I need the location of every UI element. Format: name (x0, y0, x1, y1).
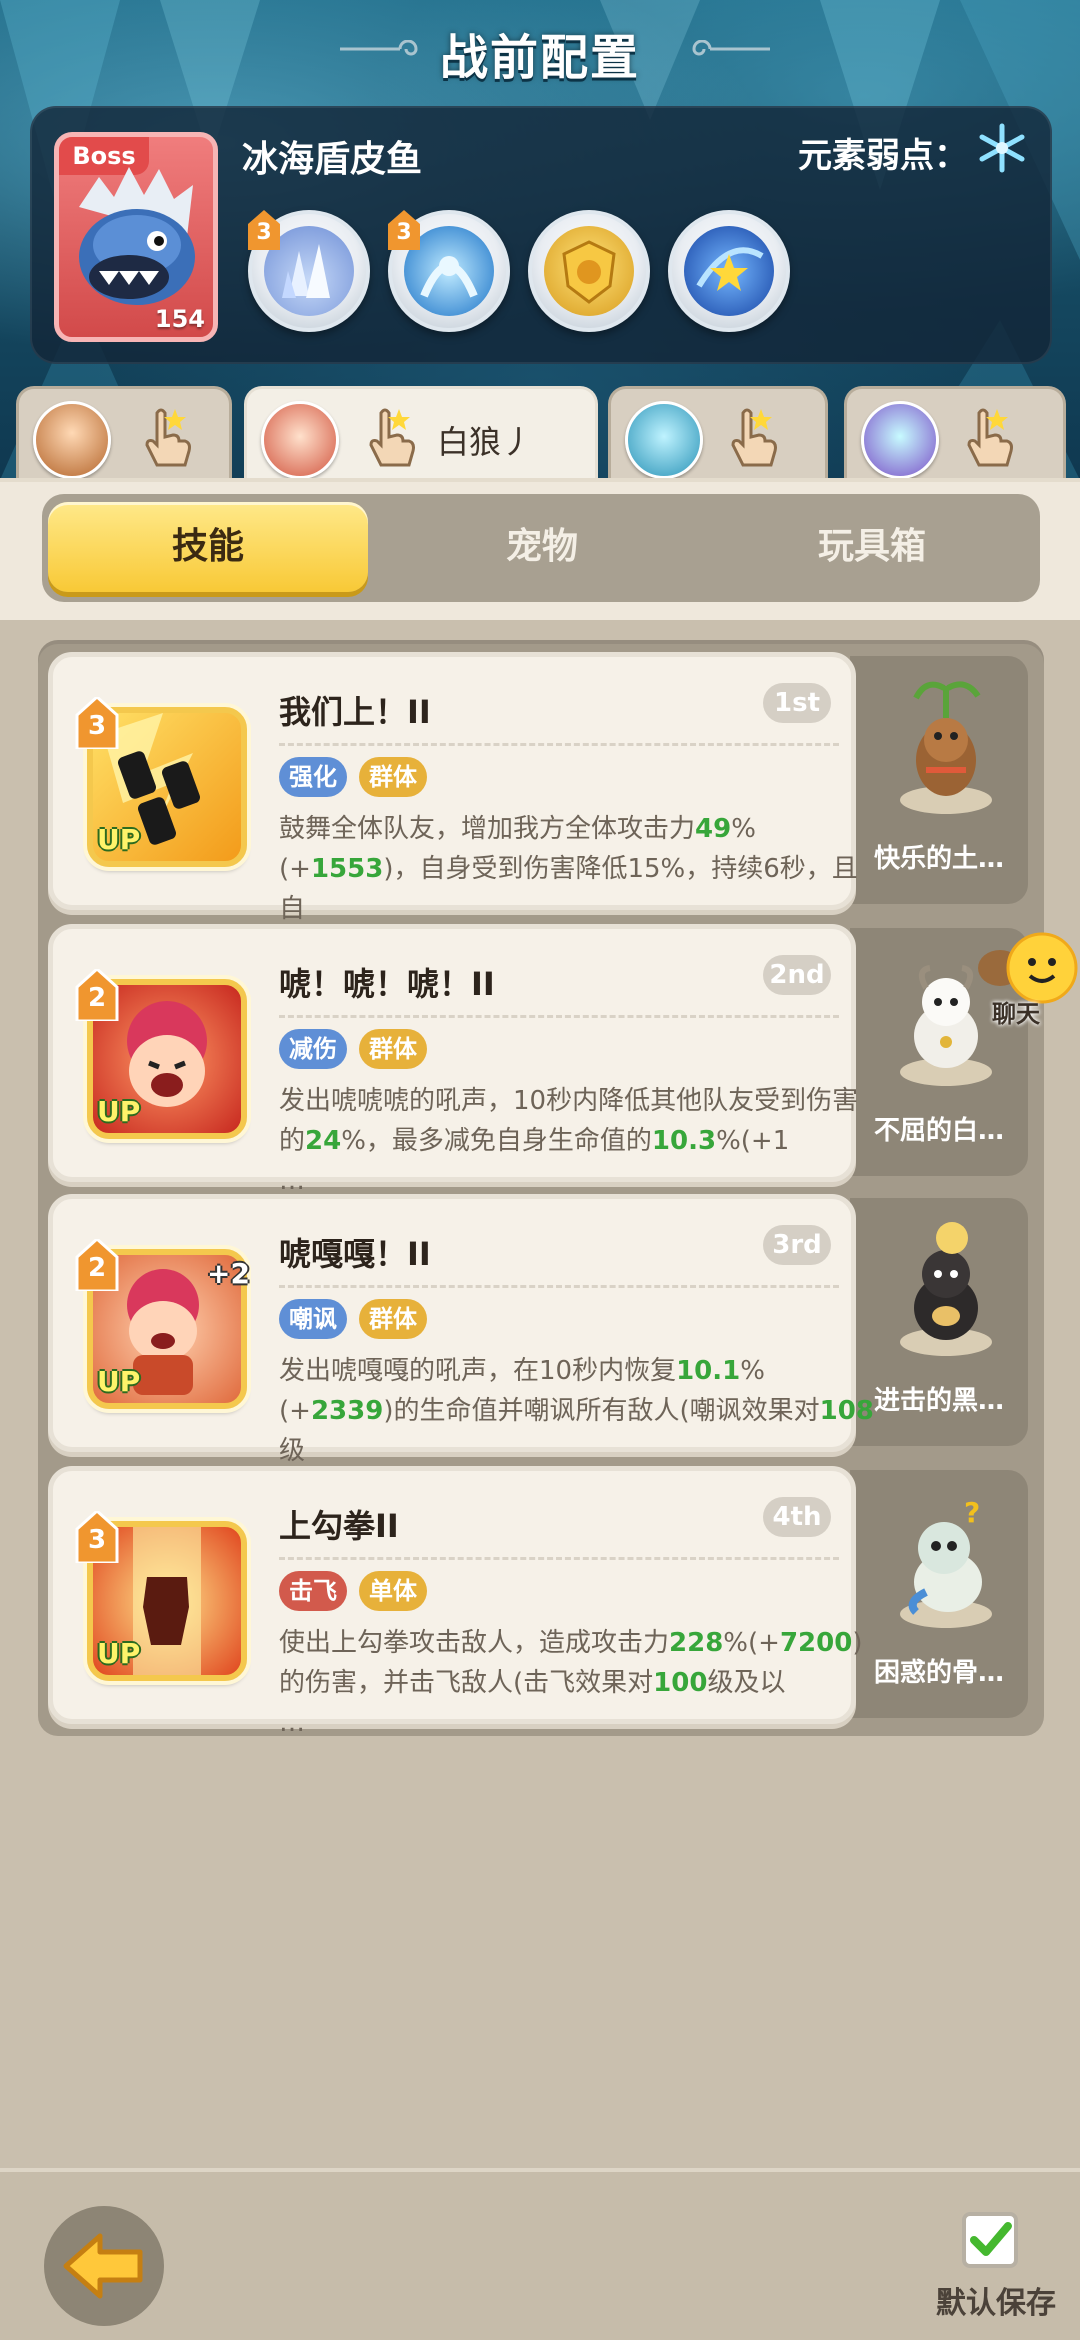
skill-level-text: 2 (87, 983, 107, 1013)
skill-plus-tag: +2 (207, 1257, 250, 1290)
skill-level-text: 3 (87, 711, 107, 741)
boss-card[interactable]: Boss 154 (54, 132, 218, 342)
skill-description: 使出上勾拳攻击敌人，造成攻击力228%(+7200)的伤害，并击飞敌人(击飞效果… (279, 1628, 863, 1738)
skill-card-4[interactable]: 3 UP 上勾拳II 4th 击飞 单体 使出上勾拳攻击敌人，造成攻击力228%… (48, 1466, 862, 1738)
tap-hand-icon (145, 408, 191, 467)
orb-level-text: 3 (256, 220, 272, 245)
skill-name: 上勾拳II (279, 1507, 399, 1545)
boss-skill-spinning-star[interactable] (668, 210, 790, 332)
skill-tag: 群体 (359, 1029, 427, 1069)
skill-name: 唬嘎嘎！II (279, 1235, 431, 1273)
hero-blue-avatar (625, 401, 703, 479)
spinning-star-icon (696, 247, 764, 291)
divider (279, 1557, 839, 1560)
arrow-left-icon (63, 2233, 143, 2299)
hero-name: 白狼丿 (437, 423, 534, 461)
tap-hand-icon (731, 408, 777, 467)
boss-skill-golden-shield[interactable] (528, 210, 650, 332)
svg-text:?: ? (964, 1496, 980, 1529)
pet-bone-dragon-icon: ? (900, 1496, 992, 1628)
boss-skill-ice-crystal[interactable]: 3 (248, 210, 370, 332)
back-button[interactable] (44, 2206, 164, 2326)
chat-label[interactable]: 聊天 (992, 994, 1040, 1029)
tap-hand-icon (967, 408, 1013, 467)
pet-monkey-icon (900, 681, 992, 814)
skill-order-badge: 1st (763, 683, 831, 723)
skill-level-text: 2 (87, 1253, 107, 1283)
skill-order-badge: 3rd (763, 1225, 831, 1265)
tab-toybox[interactable]: 玩具箱 (712, 502, 1032, 592)
orb-level-text: 3 (396, 220, 412, 245)
hero-purple-avatar (861, 401, 939, 479)
skill-card-2[interactable]: 2 UP 唬！唬！唬！II 2nd 减伤 群体 发出唬唬唬的吼声，10秒内降低其… (48, 924, 858, 1196)
tab-pets[interactable]: 宠物 (382, 502, 702, 592)
default-save-checkbox[interactable] (962, 2212, 1018, 2268)
tap-hand-icon (369, 408, 415, 467)
boss-skill-ice-splash[interactable]: 3 (388, 210, 510, 332)
hero-tab-4[interactable] (844, 386, 1066, 482)
checkmark-icon (970, 2222, 1012, 2256)
skill-tag: 击飞 (279, 1571, 347, 1611)
upgrade-tag: UP (97, 1095, 141, 1128)
skill-level-text: 3 (87, 1525, 107, 1555)
skill-tag: 群体 (359, 757, 427, 797)
tab-skills[interactable]: 技能 (48, 502, 368, 592)
upgrade-tag: UP (97, 1637, 141, 1670)
snowflake-icon (979, 123, 1025, 173)
skill-tag: 群体 (359, 1299, 427, 1339)
golden-shield-icon (562, 240, 616, 304)
segment-bar: 技能 宠物 玩具箱 (42, 494, 1040, 602)
skill-order-badge: 2nd (763, 955, 831, 995)
divider (279, 1015, 839, 1018)
skill-tag: 减伤 (279, 1029, 347, 1069)
hero-tab-2[interactable]: 白狼丿 (244, 386, 598, 486)
hero-red-hair-avatar (261, 401, 339, 479)
skill-card-1[interactable]: 3 UP 我们上！II 1st 强化 群体 鼓舞全体队友，增加我方全体攻击力49… (48, 652, 858, 964)
segment-tabs-area: 技能 宠物 玩具箱 (0, 478, 1080, 620)
skill-card-3[interactable]: 2 +2 UP 唬嘎嘎！II 3rd 嘲讽 群体 发出唬嘎嘎的吼声，在10秒内恢… (48, 1194, 874, 1506)
skill-tag: 单体 (359, 1571, 427, 1611)
skill-name: 唬！唬！唬！II (279, 965, 495, 1003)
element-weakness-label: 元素弱点： (798, 136, 968, 176)
skill-tag: 嘲讽 (279, 1299, 347, 1339)
boss-level: 154 (154, 305, 205, 333)
hero-brown-hair-avatar (33, 401, 111, 479)
hero-tab-3[interactable] (608, 386, 828, 482)
upgrade-tag: UP (97, 823, 141, 856)
divider (279, 1285, 839, 1288)
skill-order-badge: 4th (763, 1497, 831, 1537)
bottom-bar: 默认保存 (0, 2168, 1080, 2340)
page-title: 战前配置 (439, 30, 640, 86)
upgrade-tag: UP (97, 1365, 141, 1398)
pet-black-bear-icon (900, 1222, 992, 1356)
hero-tab-1[interactable] (16, 386, 232, 482)
boss-name: 冰海盾皮鱼 (242, 139, 423, 180)
skill-name: 我们上！II (279, 693, 431, 731)
skill-description: 发出唬唬唬的吼声，10秒内降低其他队友受到伤害的24%，最多减免自身生命值的10… (279, 1086, 859, 1196)
boss-info-panel: Boss 154 冰海盾皮鱼 元素弱点： 3 3 (30, 106, 1052, 364)
skill-tag: 强化 (279, 757, 347, 797)
divider (279, 743, 839, 746)
default-save-label[interactable]: 默认保存 (936, 2278, 1056, 2322)
